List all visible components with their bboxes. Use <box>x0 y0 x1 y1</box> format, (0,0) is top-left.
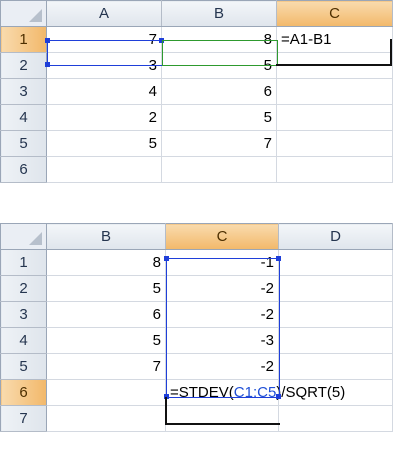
column-header-c[interactable]: C <box>165 223 279 250</box>
range-handle-c1c5-br <box>276 394 281 399</box>
select-all-icon <box>29 9 42 22</box>
cell-d7[interactable] <box>278 405 393 432</box>
select-all-corner[interactable] <box>0 0 47 27</box>
cell-a4[interactable]: 2 <box>46 104 162 131</box>
cell-c3[interactable]: -2 <box>165 301 279 328</box>
cell-b5[interactable]: 7 <box>161 130 277 157</box>
cell-d4[interactable] <box>278 327 393 354</box>
column-header-a[interactable]: A <box>46 0 162 27</box>
sheet1-grid: A B C 1 7 8 =A1-B1 2 3 5 3 4 6 4 2 5 5 5… <box>0 0 393 183</box>
cell-c4[interactable] <box>276 104 393 131</box>
sheet2-grid: B C D 1 8 -1 2 5 -2 3 6 -2 4 5 -3 5 7 -2… <box>0 223 393 432</box>
formula-range-ref: C1:C5 <box>233 384 277 401</box>
range-handle-c1c5-tl <box>164 256 169 261</box>
column-header-b[interactable]: B <box>161 0 277 27</box>
row-header-3[interactable]: 3 <box>0 78 47 105</box>
row-header-5[interactable]: 5 <box>0 353 47 380</box>
cell-b3[interactable]: 6 <box>46 301 166 328</box>
cell-d5[interactable] <box>278 353 393 380</box>
range-handle-c1c5-bl <box>164 394 169 399</box>
row-header-2[interactable]: 2 <box>0 52 47 79</box>
cell-c5[interactable] <box>276 130 393 157</box>
range-handle-a1-tl <box>45 38 50 43</box>
cell-a1[interactable]: 7 <box>46 26 162 53</box>
cell-c2[interactable]: -2 <box>165 275 279 302</box>
cell-c7[interactable] <box>165 405 279 432</box>
row-header-1[interactable]: 1 <box>0 249 47 276</box>
cell-c3[interactable] <box>276 78 393 105</box>
cell-b4[interactable]: 5 <box>46 327 166 354</box>
row-header-1[interactable]: 1 <box>0 26 47 53</box>
row-header-4[interactable]: 4 <box>0 104 47 131</box>
row-header-5[interactable]: 5 <box>0 130 47 157</box>
row-header-3[interactable]: 3 <box>0 301 47 328</box>
column-header-d[interactable]: D <box>278 223 393 250</box>
row-header-7[interactable]: 7 <box>0 405 47 432</box>
cell-a5[interactable]: 5 <box>46 130 162 157</box>
cell-c6[interactable] <box>276 156 393 183</box>
cell-b7[interactable] <box>46 405 166 432</box>
row-header-6[interactable]: 6 <box>0 156 47 183</box>
cell-c5[interactable]: -2 <box>165 353 279 380</box>
cell-c2[interactable] <box>276 52 393 79</box>
cell-a6[interactable] <box>46 156 162 183</box>
select-all-icon <box>29 232 42 245</box>
cell-b2[interactable]: 5 <box>46 275 166 302</box>
formula-suffix: )/SQRT(5) <box>276 384 346 401</box>
cell-b1[interactable]: 8 <box>46 249 166 276</box>
column-header-c[interactable]: C <box>276 0 393 27</box>
cell-b6[interactable] <box>46 379 166 406</box>
cell-a3[interactable]: 4 <box>46 78 162 105</box>
cell-c4[interactable]: -3 <box>165 327 279 354</box>
cell-a2[interactable]: 3 <box>46 52 162 79</box>
formula-prefix: =STDEV( <box>170 384 234 401</box>
row-header-2[interactable]: 2 <box>0 275 47 302</box>
cell-d2[interactable] <box>278 275 393 302</box>
range-handle-a1-bl <box>45 62 50 67</box>
row-header-6[interactable]: 6 <box>0 379 47 406</box>
cell-b3[interactable]: 6 <box>161 78 277 105</box>
cell-d1[interactable] <box>278 249 393 276</box>
select-all-corner[interactable] <box>0 223 47 250</box>
column-header-b[interactable]: B <box>46 223 166 250</box>
cell-b5[interactable]: 7 <box>46 353 166 380</box>
cell-b4[interactable]: 5 <box>161 104 277 131</box>
cell-c6-formula[interactable]: =STDEV(C1:C5)/SQRT(5) <box>165 379 345 406</box>
range-handle-a1-tr <box>159 38 164 43</box>
range-handle-c1c5-tr <box>276 256 281 261</box>
cell-b2[interactable]: 5 <box>161 52 277 79</box>
cell-c1[interactable]: -1 <box>165 249 279 276</box>
cell-c1-formula[interactable]: =A1-B1 <box>276 26 393 53</box>
cell-b1[interactable]: 8 <box>161 26 277 53</box>
cell-b6[interactable] <box>161 156 277 183</box>
cell-d3[interactable] <box>278 301 393 328</box>
row-header-4[interactable]: 4 <box>0 327 47 354</box>
